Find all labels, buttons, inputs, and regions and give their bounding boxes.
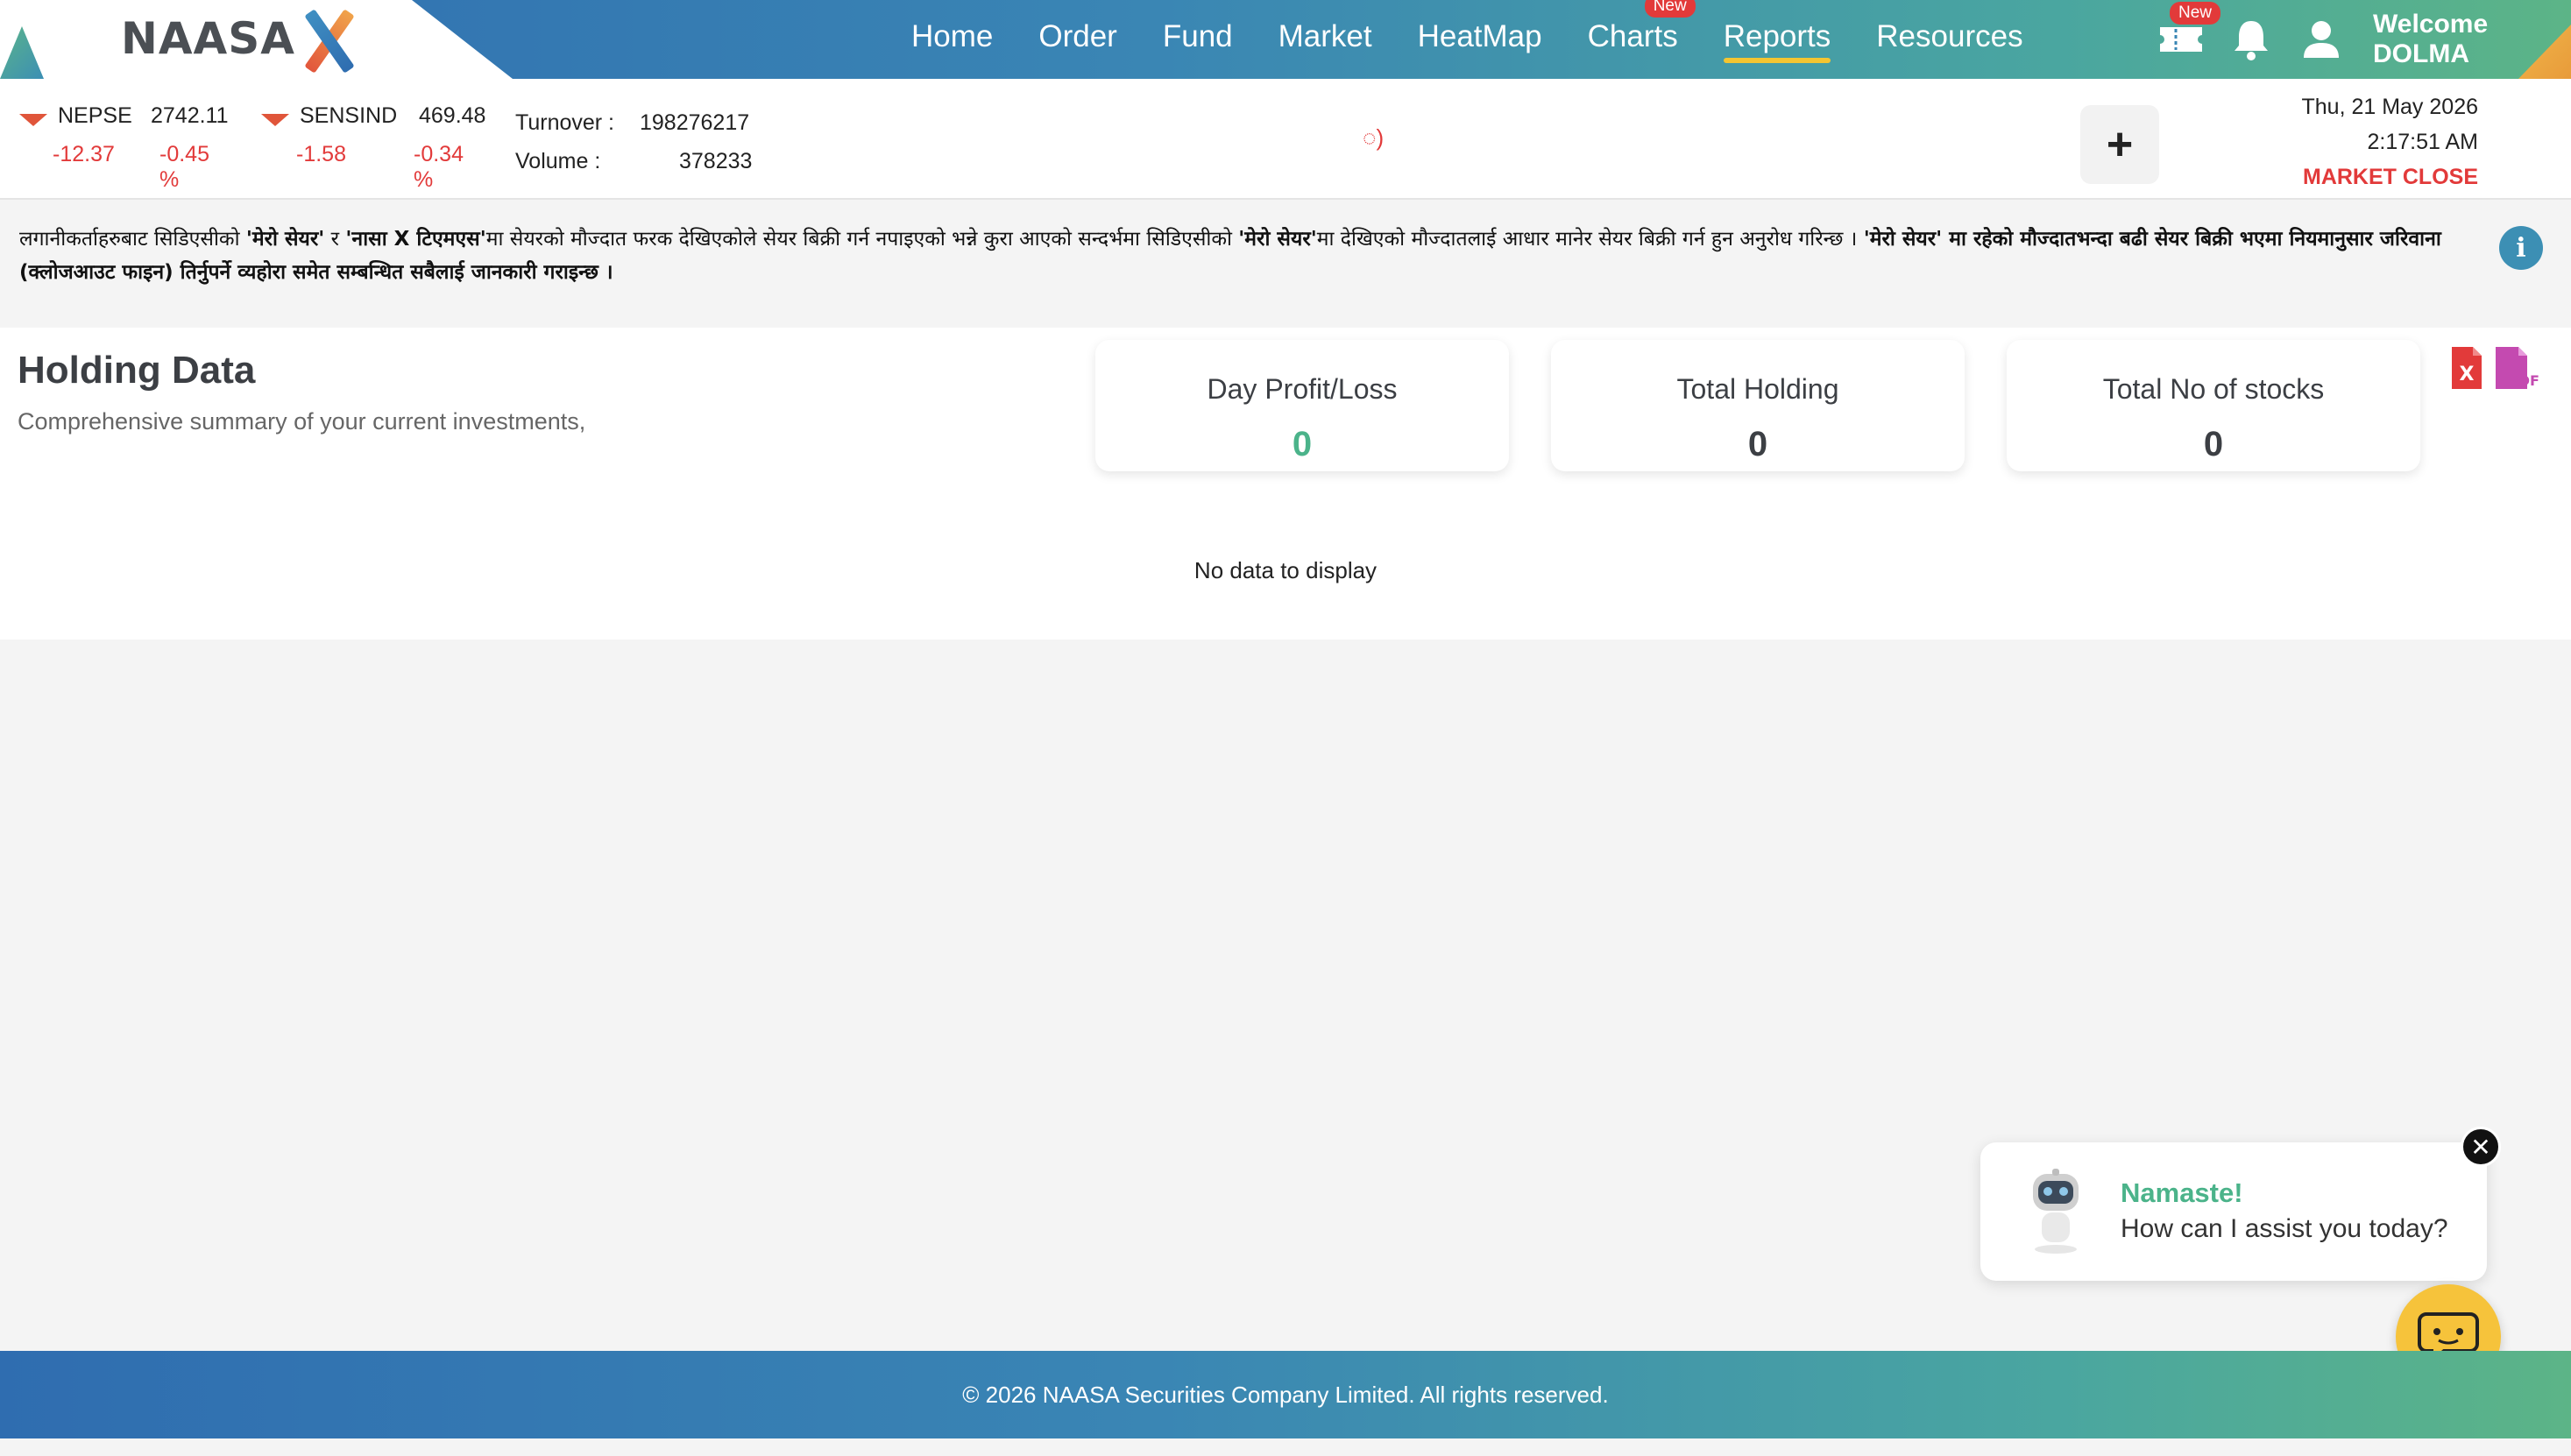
- welcome-username: DOLMA: [2373, 39, 2469, 68]
- chatbot-robot-icon: [2021, 1167, 2091, 1259]
- main-nav: Home Order Fund Market HeatMap Charts Ne…: [911, 0, 2069, 79]
- user-avatar-icon[interactable]: [2296, 14, 2347, 65]
- volume-value: 378233: [679, 149, 753, 173]
- notice-bold: 'मेरो सेयर': [1238, 228, 1317, 251]
- page-title: Holding Data: [18, 349, 256, 392]
- sensind-change: -1.58: [296, 142, 346, 166]
- sensind-value: 469.48: [419, 103, 486, 128]
- top-navbar: NAASA Home Order Fund Market HeatMap Cha…: [0, 0, 2571, 79]
- notice-bold: 'मेरो सेयर': [245, 228, 325, 251]
- page-subtitle: Comprehensive summary of your current in…: [18, 408, 586, 435]
- nepse-name: NEPSE: [58, 103, 132, 128]
- loading-spinner-icon: ◌): [1363, 124, 1385, 151]
- nepse-change: -12.37: [53, 142, 115, 166]
- card-value: 0: [2203, 425, 2224, 463]
- brand-logo[interactable]: NAASA: [121, 9, 360, 74]
- welcome-label: Welcome: [2373, 10, 2489, 39]
- nav-item-resources[interactable]: Resources: [1876, 16, 2022, 63]
- chat-greeting: Namaste!: [2121, 1177, 2243, 1208]
- ticket-icon[interactable]: New: [2156, 2, 2220, 65]
- copyright-text: © 2026 NAASA Securities Company Limited.…: [962, 1381, 1609, 1408]
- chat-close-icon[interactable]: ✕: [2461, 1127, 2501, 1167]
- down-arrow-icon: [261, 114, 289, 126]
- ticket-new-badge: New: [2169, 2, 2220, 25]
- nav-item-charts-label: Charts: [1587, 19, 1678, 53]
- navbar-corner-decoration: [2518, 25, 2571, 79]
- chat-message: How can I assist you today?: [2121, 1214, 2448, 1243]
- nav-right-group: New Welcome DOLMA: [2156, 0, 2488, 79]
- chat-prompt-bubble[interactable]: Namaste! How can I assist you today?: [1980, 1142, 2487, 1281]
- empty-state-text: No data to display: [1193, 557, 1378, 583]
- info-icon[interactable]: i: [2499, 226, 2543, 270]
- pdf-export-icon[interactable]: PDF: [2492, 345, 2539, 395]
- page-footer: © 2026 NAASA Securities Company Limited.…: [0, 1351, 2571, 1438]
- card-value: 0: [1747, 425, 1768, 463]
- svg-text:X: X: [2460, 364, 2475, 385]
- nav-item-fund[interactable]: Fund: [1163, 16, 1233, 63]
- notice-text: मा सेयरको मौज्दात फरक देखिएकोले सेयर बिक…: [485, 228, 1239, 251]
- export-icons: X PDF: [2448, 345, 2539, 395]
- bell-icon[interactable]: [2226, 14, 2277, 65]
- total-stocks-card: Total No of stocks 0: [2007, 340, 2420, 471]
- welcome-user[interactable]: Welcome DOLMA: [2373, 10, 2488, 69]
- nav-item-market[interactable]: Market: [1278, 16, 1372, 63]
- notice-banner: लगानीकर्ताहरुबाट सिडिएसीको 'मेरो सेयर' र…: [19, 223, 2490, 289]
- turnover-label: Turnover :: [515, 110, 615, 135]
- new-badge: New: [1644, 0, 1696, 18]
- holding-panel: Holding Data Comprehensive summary of yo…: [0, 328, 2571, 640]
- notice-text: लगानीकर्ताहरुबाट सिडिएसीको: [19, 228, 246, 251]
- add-button[interactable]: +: [2080, 105, 2159, 184]
- day-profit-loss-card: Day Profit/Loss 0: [1095, 340, 1509, 471]
- nepse-percent: -0.45 %: [159, 142, 209, 192]
- bottom-spacer: [0, 1438, 2571, 1456]
- current-time: 2:17:51 AM: [2367, 130, 2478, 154]
- nav-item-reports[interactable]: Reports: [1723, 16, 1831, 63]
- card-label: Day Profit/Loss: [1207, 373, 1398, 405]
- notice-text: र: [324, 228, 346, 251]
- brand-logo-x-mark: [297, 9, 360, 74]
- nav-item-heatmap[interactable]: HeatMap: [1418, 16, 1542, 63]
- nav-item-order[interactable]: Order: [1038, 16, 1116, 63]
- brand-logo-text: NAASA: [121, 13, 295, 64]
- nav-item-home[interactable]: Home: [911, 16, 993, 63]
- market-ticker-bar: NEPSE 2742.11 -12.37 -0.45 % SENSIND 469…: [0, 79, 2571, 200]
- notice-text: मा देखिएको मौज्दातलाई आधार मानेर सेयर बि…: [1316, 228, 1864, 251]
- market-status: MARKET CLOSE: [2303, 165, 2478, 189]
- notice-bold: 'नासा X टिएमएस': [345, 228, 486, 251]
- sensind-percent: -0.34 %: [414, 142, 464, 192]
- card-label: Total Holding: [1676, 373, 1839, 405]
- volume-label: Volume :: [515, 149, 601, 173]
- nepse-value: 2742.11: [151, 103, 229, 128]
- sensind-name: SENSIND: [300, 103, 398, 128]
- nav-item-charts[interactable]: Charts New: [1587, 0, 1696, 63]
- svg-text:PDF: PDF: [2508, 372, 2539, 389]
- total-holding-card: Total Holding 0: [1551, 340, 1965, 471]
- turnover-value: 198276217: [640, 110, 750, 135]
- current-date: Thu, 21 May 2026: [2301, 95, 2478, 119]
- card-value: 0: [1292, 425, 1313, 463]
- card-label: Total No of stocks: [2102, 373, 2325, 405]
- down-arrow-icon: [19, 114, 47, 126]
- excel-export-icon[interactable]: X: [2448, 345, 2485, 395]
